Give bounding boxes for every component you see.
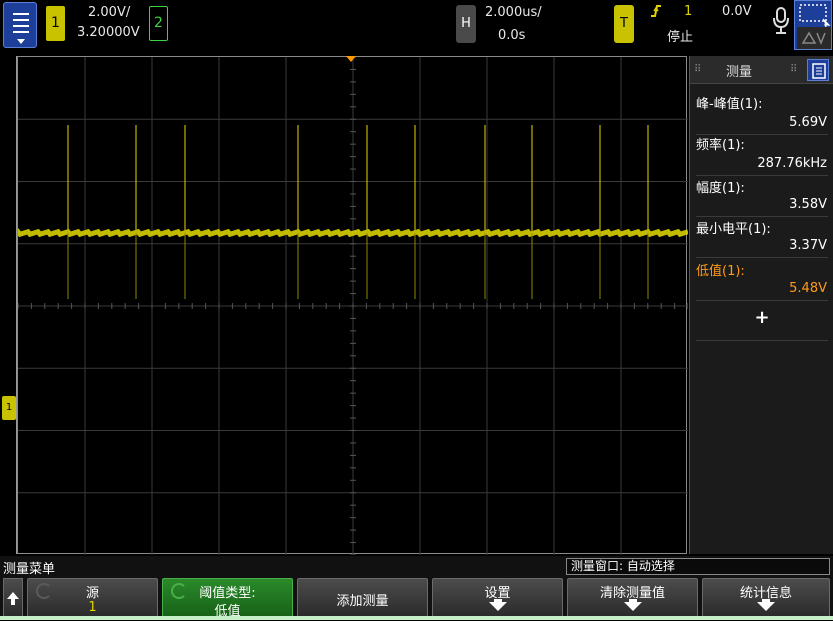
rising-edge-icon	[650, 3, 662, 23]
divider	[696, 175, 828, 176]
add-measurement-icon[interactable]: +	[690, 307, 833, 328]
graticule-grid	[18, 57, 688, 555]
softkey-value: 1	[88, 600, 97, 615]
channel1-badge[interactable]: 1	[46, 6, 65, 41]
divider	[696, 257, 828, 258]
settings-softkey[interactable]: 设置	[432, 578, 563, 618]
channel2-badge[interactable]: 2	[149, 6, 168, 41]
channel1-scale[interactable]: 2.00V/	[88, 5, 130, 20]
softkey-label: 阈值类型:	[199, 586, 256, 601]
drag-handle-icon[interactable]: ⠿	[790, 64, 797, 75]
measurement-label[interactable]: 最小电平(1):	[696, 218, 771, 237]
channel1-ground-marker[interactable]: 1	[2, 396, 16, 420]
sidebar-header: ⠿ 测量 ⠿	[690, 56, 833, 84]
menu-line-icon	[13, 25, 29, 27]
cursor-select-icon	[797, 4, 831, 49]
measurement-value-selected: 5.48V	[789, 281, 827, 296]
measurement-value: 287.76kHz	[757, 156, 827, 171]
microphone-icon[interactable]	[771, 6, 791, 36]
measurement-label[interactable]: 峰-峰值(1):	[696, 93, 763, 112]
softkey-label: 添加测量	[336, 594, 389, 609]
channel1-trace	[18, 227, 688, 238]
divider	[696, 216, 828, 217]
sidebar-menu-icon[interactable]	[807, 59, 829, 81]
arrow-down-icon	[757, 602, 775, 611]
channel1-offset[interactable]: 3.20000V	[77, 25, 140, 40]
measurement-value: 3.58V	[789, 197, 827, 212]
clear-measurements-softkey[interactable]: 清除测量值	[567, 578, 698, 618]
chevron-down-icon	[17, 39, 25, 44]
measurement-value: 3.37V	[789, 238, 827, 253]
cursor-mode-button[interactable]	[794, 0, 832, 50]
measurement-label-selected[interactable]: 低值(1):	[696, 260, 745, 279]
horizontal-scale[interactable]: 2.000us/	[485, 5, 542, 20]
divider	[696, 300, 828, 301]
source-softkey[interactable]: 源 1	[27, 578, 158, 618]
status-strip	[0, 616, 833, 620]
measurement-value: 5.69V	[789, 115, 827, 130]
measurement-sidebar: ⠿ 测量 ⠿ 峰-峰值(1): 5.69V 频率(1): 287.76kHz 幅…	[689, 56, 833, 554]
main-menu-button[interactable]	[3, 2, 37, 48]
trigger-badge[interactable]: T	[614, 5, 634, 43]
statistics-softkey[interactable]: 统计信息	[702, 578, 830, 618]
add-measurement-softkey[interactable]: 添加测量	[297, 578, 428, 618]
menu-line-icon	[13, 19, 29, 21]
divider	[696, 340, 828, 341]
run-state: 停止	[667, 30, 694, 45]
threshold-type-softkey[interactable]: 阈值类型: 低值	[162, 578, 293, 619]
menu-title: 测量菜单	[3, 562, 56, 577]
menu-line-icon	[13, 31, 29, 33]
horizontal-badge[interactable]: H	[456, 5, 476, 43]
trigger-level[interactable]: 0.0V	[722, 4, 752, 19]
back-button[interactable]	[3, 578, 23, 618]
measurement-label[interactable]: 幅度(1):	[696, 177, 745, 196]
sidebar-title: 测量	[726, 65, 753, 80]
measurement-window-status: 测量窗口: 自动选择	[566, 558, 830, 575]
waveform-display[interactable]	[17, 56, 688, 555]
softkey-label: 源	[85, 586, 99, 601]
arrow-down-icon	[623, 602, 642, 611]
trigger-source: 1	[684, 4, 693, 19]
arrow-up-icon	[7, 592, 19, 605]
horizontal-delay[interactable]: 0.0s	[498, 28, 525, 43]
arrow-down-icon	[488, 602, 507, 611]
channel-marker-strip	[0, 56, 17, 554]
measurement-label[interactable]: 频率(1):	[696, 134, 745, 153]
menu-line-icon	[13, 13, 29, 15]
drag-handle-icon[interactable]: ⠿	[694, 64, 701, 75]
trigger-position-marker	[346, 56, 356, 62]
